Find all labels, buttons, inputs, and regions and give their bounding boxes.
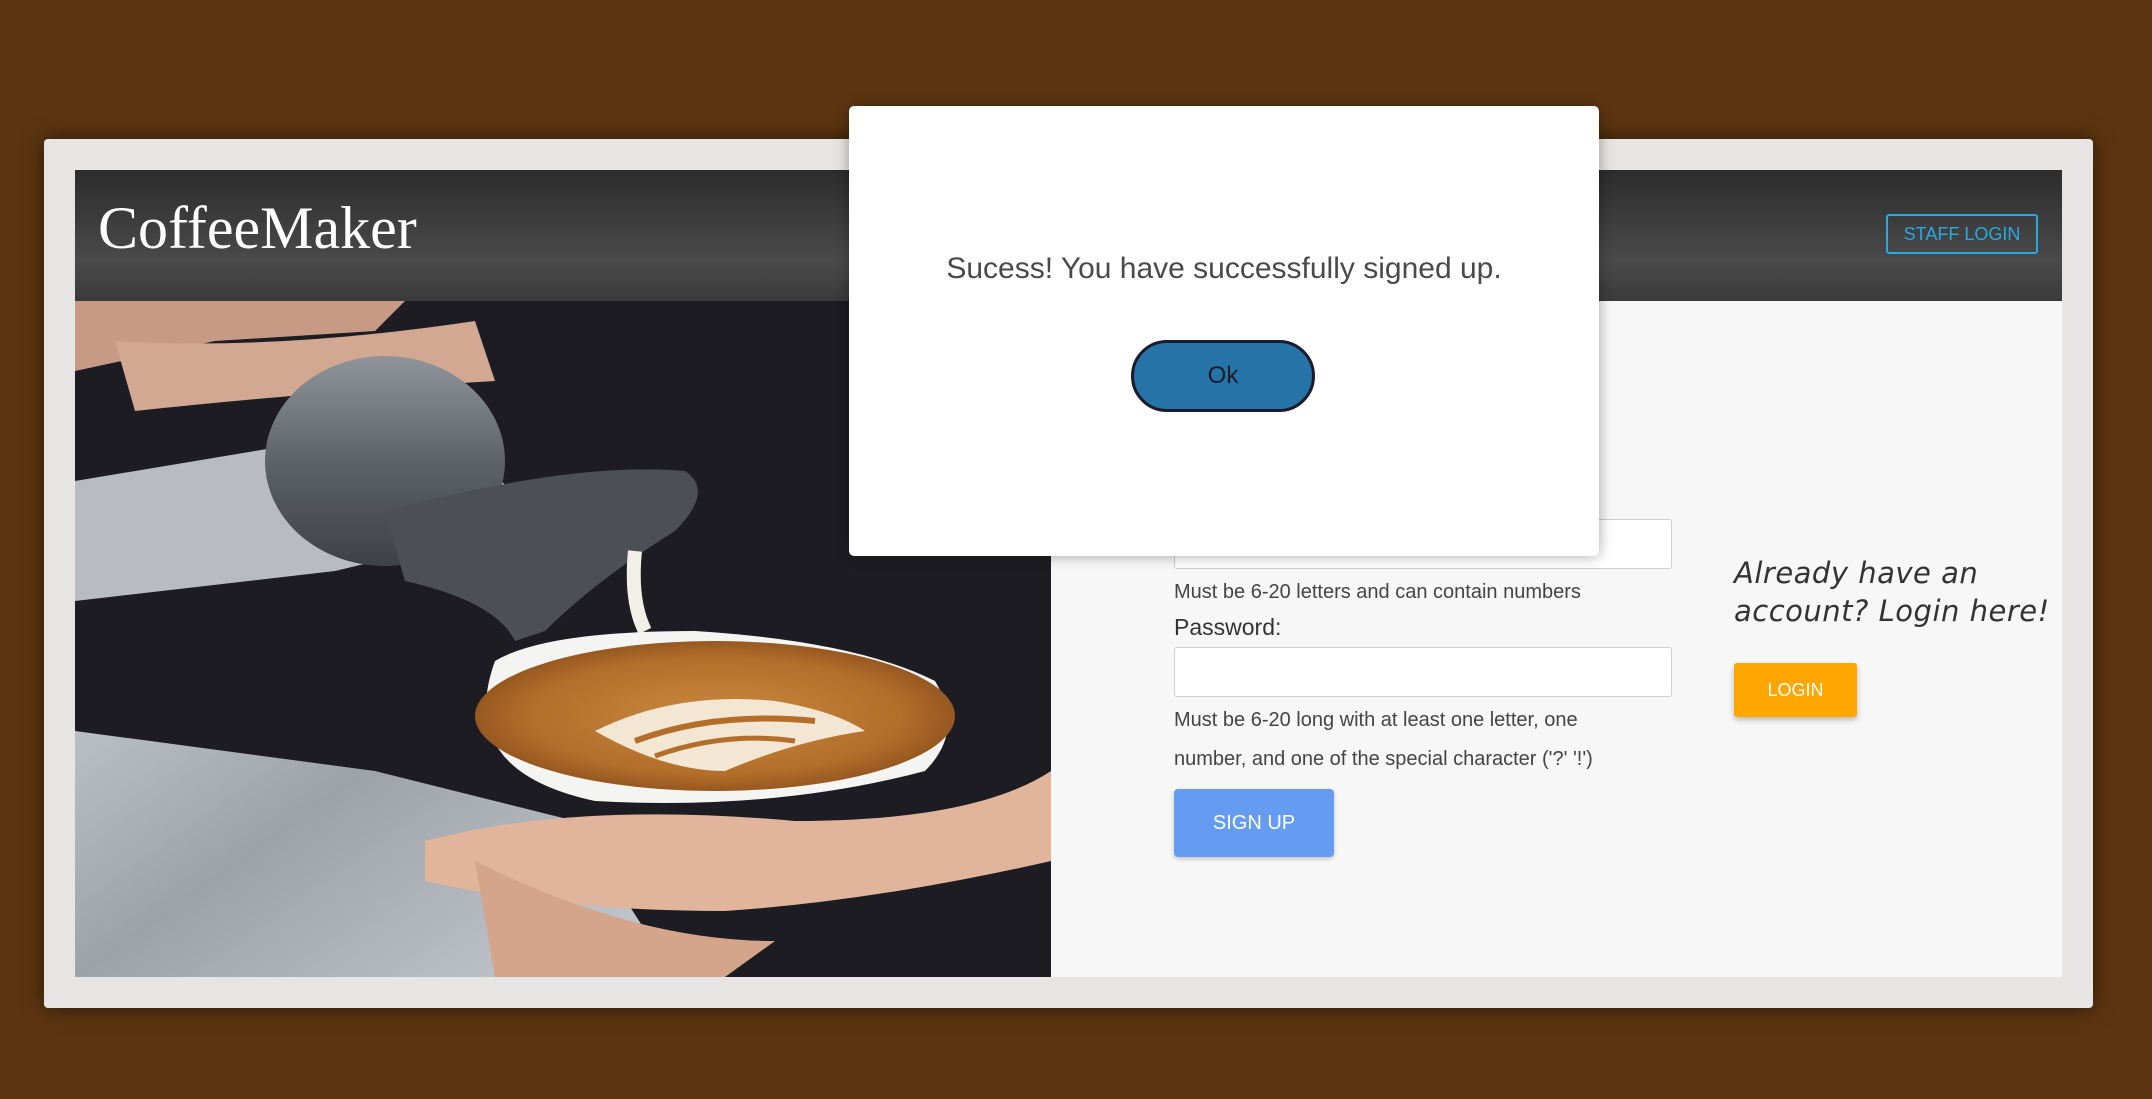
login-prompt-text: Already have an account? Login here!: [1734, 556, 2050, 628]
success-dialog: Sucess! You have successfully signed up.…: [849, 106, 1599, 556]
login-button[interactable]: LOGIN: [1734, 663, 1857, 717]
password-field[interactable]: [1174, 647, 1672, 697]
staff-login-button[interactable]: STAFF LOGIN: [1886, 214, 2038, 254]
password-help-text: Must be 6-20 long with at least one lett…: [1174, 709, 1593, 770]
signup-button[interactable]: SIGN UP: [1174, 789, 1334, 857]
password-label: Password:: [1174, 614, 1282, 640]
dialog-message: Sucess! You have successfully signed up.: [946, 252, 1502, 285]
username-help-text: Must be 6-20 letters and can contain num…: [1174, 581, 1581, 603]
brand-title: CoffeeMaker: [98, 195, 417, 261]
ok-button[interactable]: Ok: [1131, 340, 1315, 412]
